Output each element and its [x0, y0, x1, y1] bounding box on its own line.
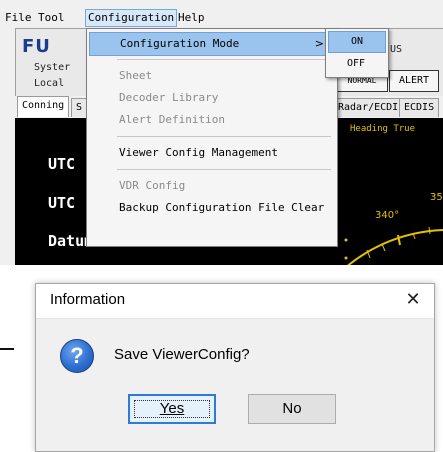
menu-item-label: Decoder Library: [119, 91, 219, 104]
submenu-arrow-icon: >: [314, 37, 324, 50]
radar-panel: [340, 118, 443, 265]
degree-340: 340°: [375, 210, 400, 221]
menu-item-sheet[interactable]: Sheet: [89, 65, 333, 87]
menu-separator: [117, 136, 331, 137]
menu-tool[interactable]: Tool: [36, 10, 67, 26]
menu-configuration[interactable]: Configuration: [85, 9, 178, 27]
menu-item-backup-configuration-file-clear[interactable]: Backup Configuration File Clear: [89, 197, 333, 219]
tab-s[interactable]: S: [71, 98, 88, 117]
close-icon[interactable]: ✕: [402, 288, 424, 310]
brand-logo: FU: [22, 36, 51, 57]
system-label: Syster: [34, 62, 71, 73]
application-window: File Tool Configuration Help FU Syster L…: [0, 0, 443, 265]
information-dialog: Information ✕ ? Save ViewerConfig? Yes N…: [35, 283, 435, 452]
menu-file[interactable]: File: [3, 10, 34, 26]
menu-bar: File Tool Configuration Help: [0, 8, 443, 28]
submenu-item-off[interactable]: OFF: [328, 54, 384, 74]
tab-conning[interactable]: Conning: [17, 96, 70, 117]
menu-item-label: Configuration Mode: [120, 37, 240, 50]
local-label: Local: [34, 78, 65, 89]
utc-label-2: UTC: [48, 194, 76, 212]
focus-rect: [134, 400, 210, 418]
configuration-mode-submenu: ON OFF: [325, 28, 389, 78]
pointer-line: [0, 348, 14, 350]
dialog-title: Information: [50, 291, 126, 308]
yes-button[interactable]: Yes: [128, 394, 216, 424]
dialog-title-bar: Information ✕: [36, 284, 434, 319]
heading-label: Heading True: [350, 124, 416, 134]
alert-button[interactable]: ALERT: [389, 70, 439, 92]
menu-separator: [117, 169, 331, 170]
menu-item-label: VDR Config: [119, 179, 186, 192]
status-text: US: [390, 44, 403, 55]
utc-label-1: UTC: [48, 155, 76, 173]
configuration-menu: Configuration Mode > Sheet Decoder Libra…: [86, 28, 338, 247]
menu-item-decoder-library[interactable]: Decoder Library: [89, 87, 333, 109]
menu-item-label: Alert Definition: [119, 113, 225, 126]
menu-help[interactable]: Help: [176, 10, 207, 26]
no-button[interactable]: No: [248, 394, 336, 424]
question-icon: ?: [60, 339, 94, 373]
no-button-label: No: [282, 400, 302, 417]
submenu-item-on[interactable]: ON: [328, 31, 386, 53]
menu-item-label: Sheet: [119, 69, 153, 82]
menu-item-configuration-mode[interactable]: Configuration Mode >: [89, 32, 335, 56]
tab-radar-ecdis[interactable]: Radar/ECDIS: [333, 98, 410, 117]
menu-item-alert-definition[interactable]: Alert Definition: [89, 109, 333, 131]
dialog-message: Save ViewerConfig?: [114, 346, 250, 363]
menu-item-label: Viewer Config Management: [119, 146, 278, 159]
degree-35: 35: [430, 192, 443, 203]
menu-item-vdr-config[interactable]: VDR Config: [89, 175, 333, 197]
menu-item-label: Backup Configuration File Clear: [119, 201, 325, 214]
menu-separator: [117, 59, 331, 60]
tab-ecdis[interactable]: ECDIS: [399, 98, 440, 117]
compass-arc: [344, 226, 443, 265]
menu-item-viewer-config-management[interactable]: Viewer Config Management: [89, 142, 333, 164]
